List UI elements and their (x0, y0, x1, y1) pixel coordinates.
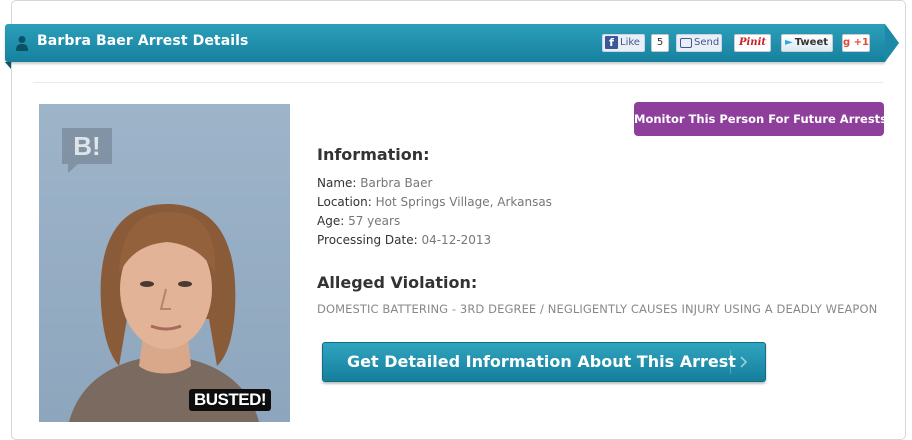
age-value: 57 years (348, 214, 401, 228)
detailed-information-label: Get Detailed Information About This Arre… (347, 352, 736, 371)
name-value: Barbra Baer (360, 176, 433, 190)
divider (33, 82, 883, 83)
twitter-bird-icon: ► (785, 37, 793, 48)
chevron-right-icon (730, 350, 748, 374)
processing-date-row: Processing Date: 04-12-2013 (317, 233, 491, 247)
information-heading: Information: (317, 145, 430, 164)
violation-heading: Alleged Violation: (317, 273, 478, 292)
busted-badge: BUSTED! (189, 389, 272, 411)
facebook-like-button[interactable]: f Like (602, 34, 645, 52)
tweet-button[interactable]: ► Tweet (781, 34, 833, 52)
send-label: Send (694, 37, 720, 48)
name-label: Name: (317, 176, 357, 190)
google-plus-button[interactable]: g +1 (842, 34, 870, 52)
like-count: 5 (651, 34, 669, 52)
google-plus-icon: g (843, 37, 851, 48)
age-row: Age: 57 years (317, 214, 400, 228)
violation-text: DOMESTIC BATTERING - 3RD DEGREE / NEGLIG… (317, 302, 878, 316)
plus-label: +1 (853, 37, 869, 48)
monitor-person-button[interactable]: Monitor This Person For Future Arrests (634, 102, 887, 136)
logo-text: B! (73, 131, 100, 161)
processing-date-label: Processing Date: (317, 233, 418, 247)
tweet-label: Tweet (794, 37, 829, 48)
banner-fold (5, 62, 11, 69)
page-title: Barbra Baer Arrest Details (37, 33, 249, 49)
location-label: Location: (317, 195, 372, 209)
facebook-send-button[interactable]: Send (676, 34, 722, 52)
person-icon (16, 36, 28, 51)
like-label: Like (620, 37, 640, 48)
location-row: Location: Hot Springs Village, Arkansas (317, 195, 552, 209)
site-logo-icon: B! (62, 128, 112, 173)
pinterest-button[interactable]: Pinit (734, 34, 771, 52)
processing-date-value: 04-12-2013 (421, 233, 492, 247)
age-label: Age: (317, 214, 345, 228)
detailed-information-button[interactable]: Get Detailed Information About This Arre… (322, 342, 766, 382)
send-icon (680, 38, 692, 48)
banner-arrow-tip (885, 24, 899, 62)
facebook-icon: f (605, 36, 618, 49)
location-value: Hot Springs Village, Arkansas (375, 195, 552, 209)
name-row: Name: Barbra Baer (317, 176, 432, 190)
